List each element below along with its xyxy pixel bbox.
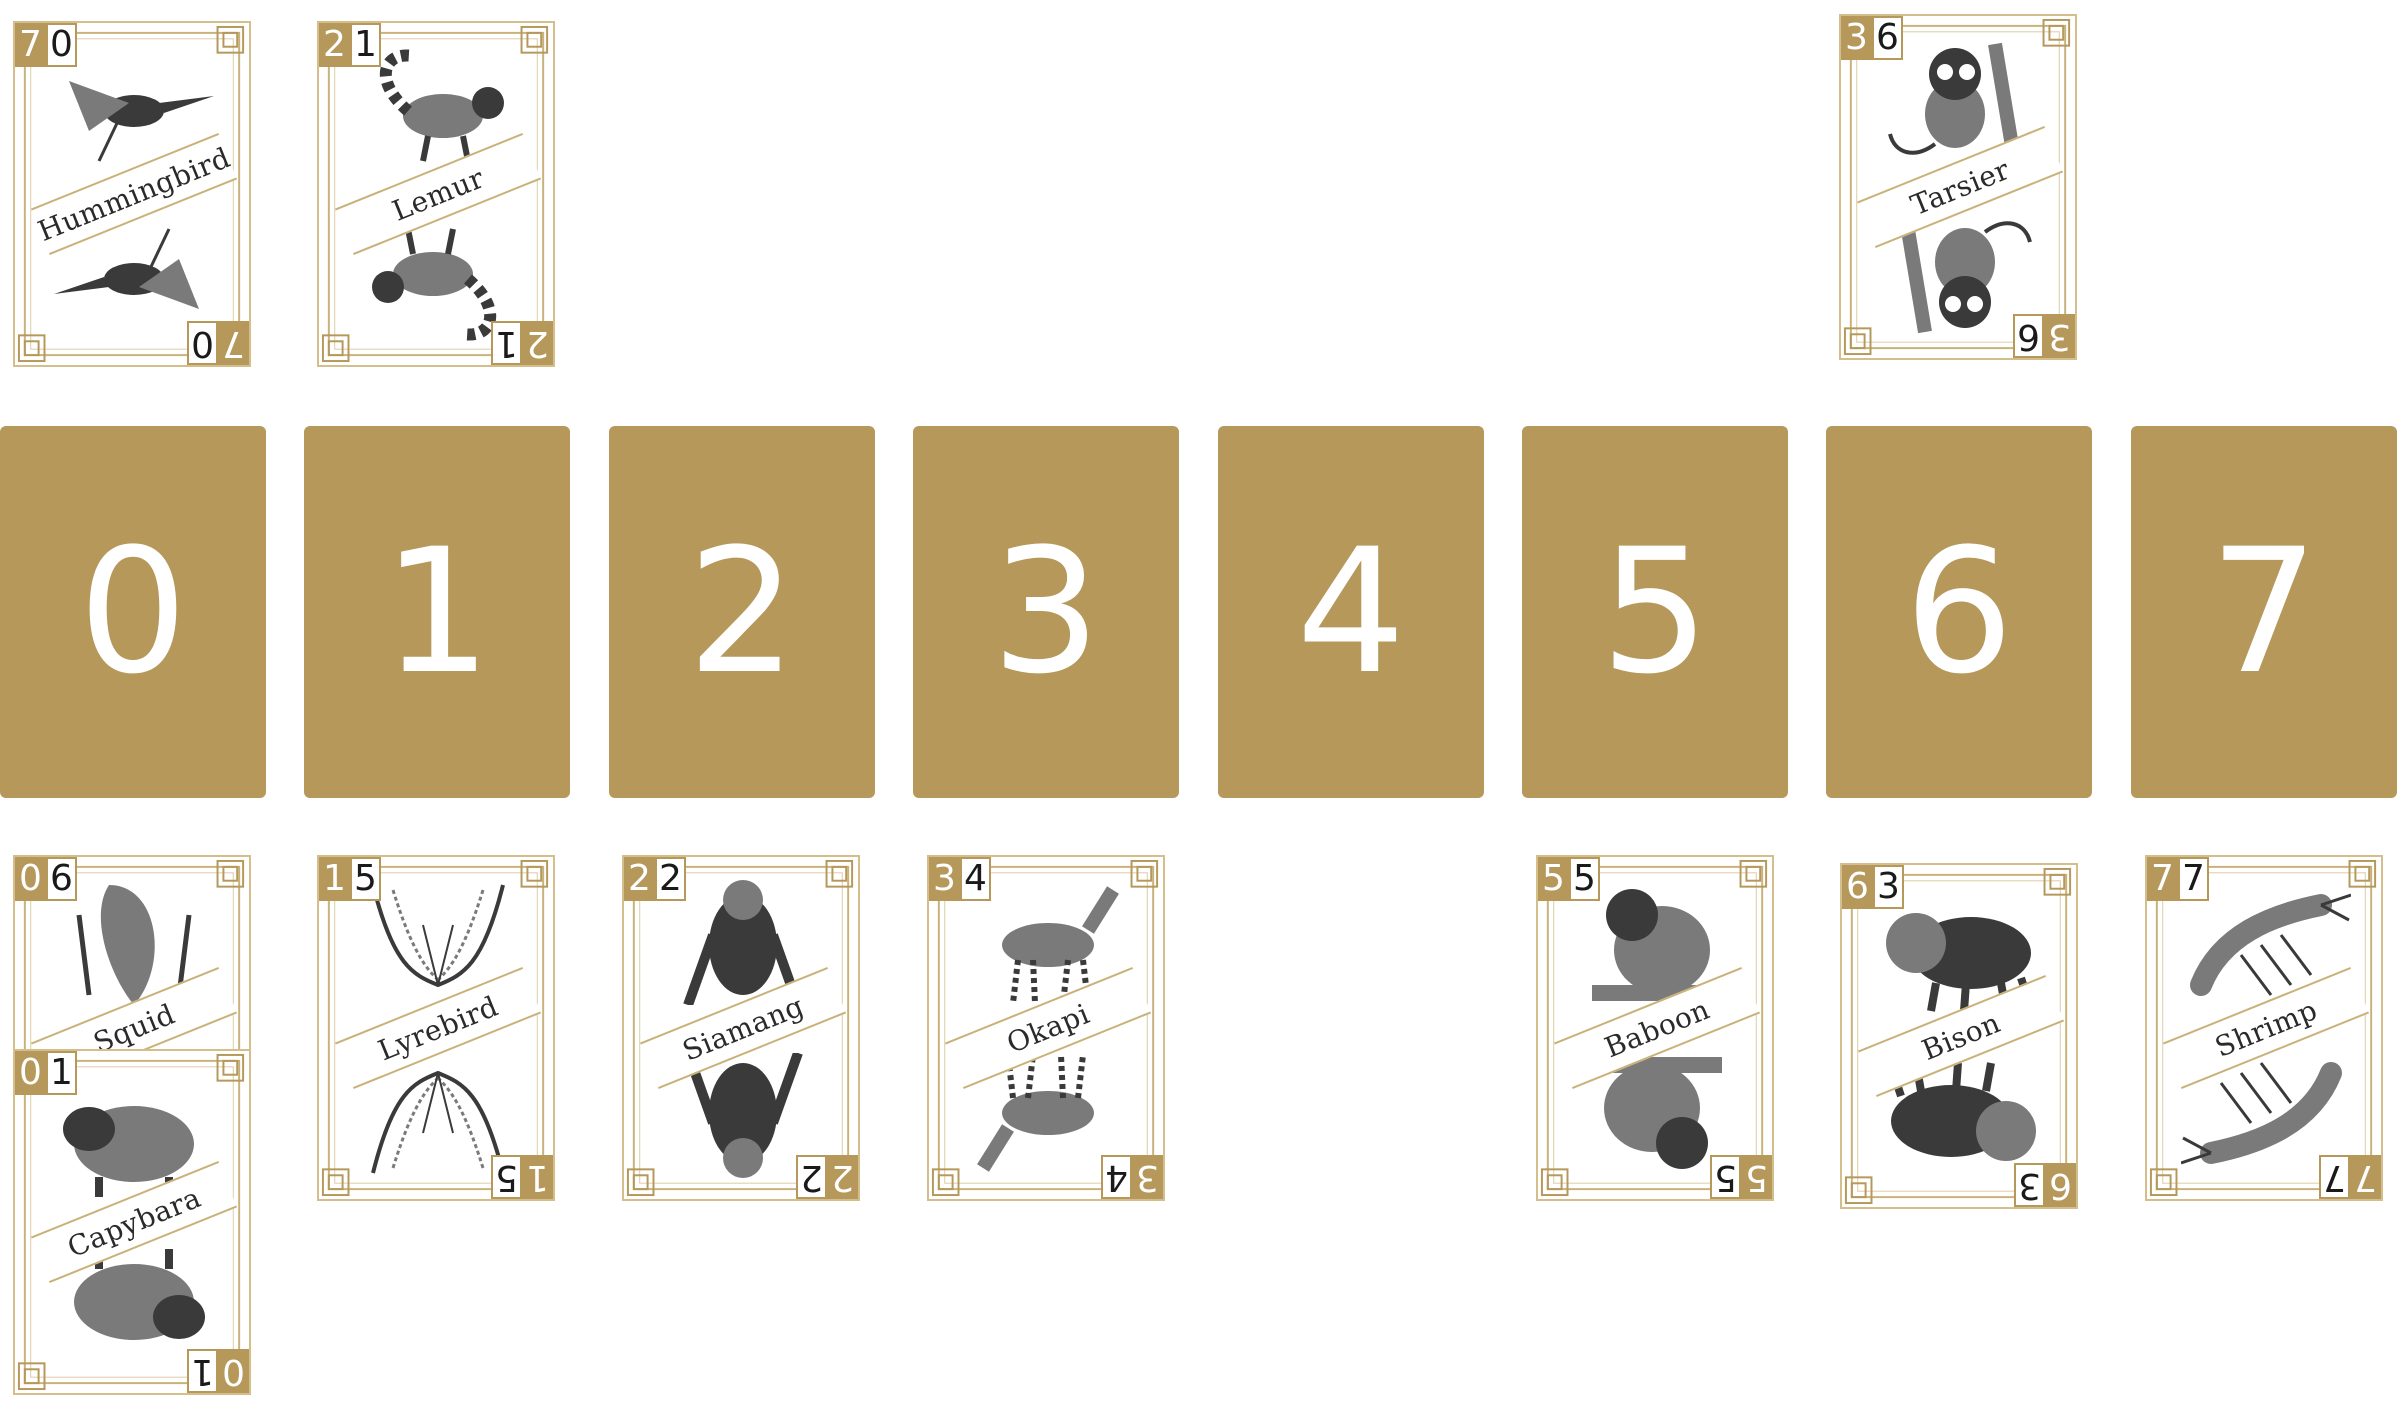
card-digit-1: 2 bbox=[522, 321, 553, 365]
slot-number: 1 bbox=[382, 511, 492, 712]
slot-number: 4 bbox=[1296, 511, 1406, 712]
card-digit-1: 3 bbox=[2044, 314, 2075, 358]
card-digit-2: 3 bbox=[1873, 865, 1904, 909]
card-value-badge-bottom: 5 5 bbox=[1710, 1155, 1772, 1199]
card-value-badge-bottom: 2 1 bbox=[491, 321, 553, 365]
card-digit-2: 7 bbox=[2178, 857, 2209, 901]
card-value-badge-bottom: 1 5 bbox=[491, 1155, 553, 1199]
card-digit-1: 3 bbox=[1132, 1155, 1163, 1199]
card-value-badge-bottom: 7 0 bbox=[187, 321, 249, 365]
column-slot-6[interactable]: 6 bbox=[1826, 426, 2092, 798]
card-digit-2: 5 bbox=[1710, 1155, 1741, 1199]
card-digit-1: 0 bbox=[15, 1051, 46, 1095]
card-value-badge-top: 2 2 bbox=[624, 857, 686, 901]
card-value-badge-top: 0 6 bbox=[15, 857, 77, 901]
card-digit-2: 6 bbox=[46, 857, 77, 901]
card-value-badge-bottom: 2 2 bbox=[796, 1155, 858, 1199]
card-hummingbird[interactable]: Hummingbird 7 0 7 0 bbox=[13, 21, 251, 367]
card-digit-2: 6 bbox=[2013, 314, 2044, 358]
card-digit-2: 0 bbox=[46, 23, 77, 67]
card-value-badge-top: 6 3 bbox=[1842, 865, 1904, 909]
card-digit-2: 2 bbox=[796, 1155, 827, 1199]
column-slot-5[interactable]: 5 bbox=[1522, 426, 1788, 798]
card-digit-1: 1 bbox=[319, 857, 350, 901]
card-digit-2: 1 bbox=[491, 321, 522, 365]
card-siamang[interactable]: Siamang 2 2 2 2 bbox=[622, 855, 860, 1201]
card-bison[interactable]: Bison 6 3 6 3 bbox=[1840, 863, 2078, 1209]
card-digit-1: 6 bbox=[2045, 1163, 2076, 1207]
slot-number: 7 bbox=[2209, 511, 2319, 712]
card-baboon[interactable]: Baboon 5 5 5 5 bbox=[1536, 855, 1774, 1201]
slot-number: 0 bbox=[78, 511, 188, 712]
card-digit-1: 2 bbox=[827, 1155, 858, 1199]
card-digit-1: 3 bbox=[929, 857, 960, 901]
card-value-badge-top: 2 1 bbox=[319, 23, 381, 67]
card-capybara[interactable]: Capybara 0 1 0 1 bbox=[13, 1049, 251, 1395]
column-slot-3[interactable]: 3 bbox=[913, 426, 1179, 798]
slot-number: 5 bbox=[1600, 511, 1710, 712]
column-slot-7[interactable]: 7 bbox=[2131, 426, 2397, 798]
card-digit-1: 7 bbox=[2350, 1155, 2381, 1199]
card-digit-2: 0 bbox=[187, 321, 218, 365]
card-value-badge-top: 7 0 bbox=[15, 23, 77, 67]
card-shrimp[interactable]: Shrimp 7 7 7 7 bbox=[2145, 855, 2383, 1201]
card-value-badge-bottom: 0 1 bbox=[187, 1349, 249, 1393]
column-slot-4[interactable]: 4 bbox=[1218, 426, 1484, 798]
card-value-badge-top: 3 4 bbox=[929, 857, 991, 901]
card-digit-2: 2 bbox=[655, 857, 686, 901]
column-slot-1[interactable]: 1 bbox=[304, 426, 570, 798]
column-slot-0[interactable]: 0 bbox=[0, 426, 266, 798]
slot-number: 2 bbox=[687, 511, 797, 712]
card-value-badge-top: 1 5 bbox=[319, 857, 381, 901]
card-digit-1: 0 bbox=[218, 1349, 249, 1393]
slot-number: 3 bbox=[991, 511, 1101, 712]
card-digit-1: 7 bbox=[15, 23, 46, 67]
card-digit-2: 7 bbox=[2319, 1155, 2350, 1199]
card-digit-1: 6 bbox=[1842, 865, 1873, 909]
card-digit-2: 6 bbox=[1872, 16, 1903, 60]
card-digit-1: 2 bbox=[624, 857, 655, 901]
card-digit-1: 7 bbox=[2147, 857, 2178, 901]
card-digit-2: 1 bbox=[187, 1349, 218, 1393]
card-value-badge-top: 7 7 bbox=[2147, 857, 2209, 901]
card-value-badge-bottom: 7 7 bbox=[2319, 1155, 2381, 1199]
card-value-badge-top: 3 6 bbox=[1841, 16, 1903, 60]
card-digit-2: 1 bbox=[350, 23, 381, 67]
card-digit-2: 4 bbox=[960, 857, 991, 901]
card-digit-2: 1 bbox=[46, 1051, 77, 1095]
card-lemur[interactable]: Lemur 2 1 2 1 bbox=[317, 21, 555, 367]
card-digit-1: 5 bbox=[1538, 857, 1569, 901]
card-value-badge-top: 5 5 bbox=[1538, 857, 1600, 901]
card-value-badge-top: 0 1 bbox=[15, 1051, 77, 1095]
card-digit-2: 5 bbox=[491, 1155, 522, 1199]
card-value-badge-bottom: 3 6 bbox=[2013, 314, 2075, 358]
card-digit-1: 1 bbox=[522, 1155, 553, 1199]
card-digit-1: 2 bbox=[319, 23, 350, 67]
card-digit-2: 5 bbox=[1569, 857, 1600, 901]
card-value-badge-bottom: 6 3 bbox=[2014, 1163, 2076, 1207]
card-lyrebird[interactable]: Lyrebird 1 5 1 5 bbox=[317, 855, 555, 1201]
card-digit-1: 0 bbox=[15, 857, 46, 901]
card-digit-1: 3 bbox=[1841, 16, 1872, 60]
card-value-badge-bottom: 3 4 bbox=[1101, 1155, 1163, 1199]
column-slot-2[interactable]: 2 bbox=[609, 426, 875, 798]
card-digit-2: 5 bbox=[350, 857, 381, 901]
card-digit-1: 5 bbox=[1741, 1155, 1772, 1199]
card-digit-2: 3 bbox=[2014, 1163, 2045, 1207]
card-tarsier[interactable]: Tarsier 3 6 3 6 bbox=[1839, 14, 2077, 360]
card-digit-2: 4 bbox=[1101, 1155, 1132, 1199]
card-digit-1: 7 bbox=[218, 321, 249, 365]
slot-number: 6 bbox=[1904, 511, 2014, 712]
card-okapi[interactable]: Okapi 3 4 3 4 bbox=[927, 855, 1165, 1201]
